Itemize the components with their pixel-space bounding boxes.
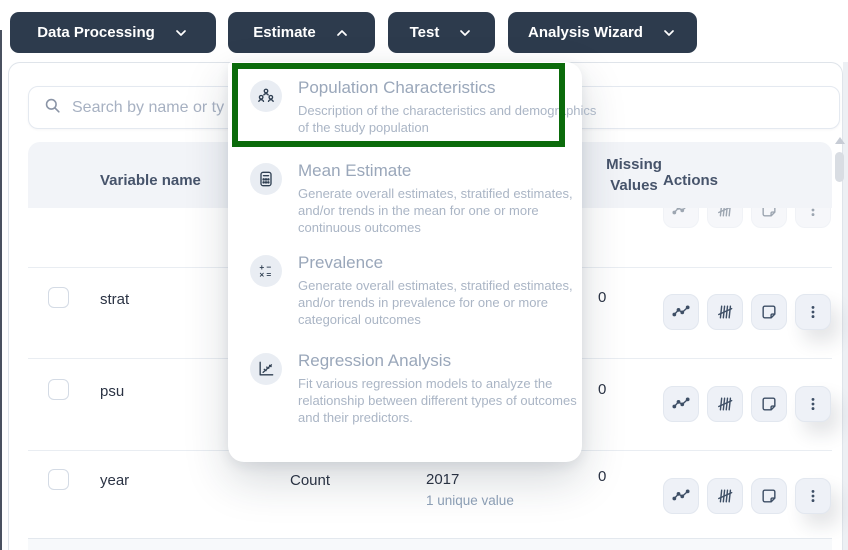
table-footer-strip xyxy=(28,538,832,550)
more-actions-button[interactable] xyxy=(795,478,831,514)
column-header-variable-name: Variable name xyxy=(100,172,201,189)
nav-label: Data Processing xyxy=(37,24,155,41)
trend-chart-button[interactable] xyxy=(663,478,699,514)
menu-item-description: Description of the characteristics and d… xyxy=(298,103,597,135)
window-edge xyxy=(0,30,2,550)
math-operators-icon: + − × = xyxy=(250,255,282,287)
nav-analysis-wizard-button[interactable]: Analysis Wizard xyxy=(508,12,697,53)
menu-item-title: Mean Estimate xyxy=(298,161,412,180)
search-icon xyxy=(43,96,62,120)
menu-item-description: Generate overall estimates, stratified e… xyxy=(298,278,573,327)
trend-chart-button[interactable] xyxy=(663,386,699,422)
variable-value-cell: 2017 xyxy=(426,471,460,488)
scroll-up-arrow[interactable] xyxy=(835,137,845,144)
menu-item-regression-analysis[interactable]: Regression Analysis Fit various regressi… xyxy=(228,351,582,426)
menu-item-title: Population Characteristics xyxy=(298,78,496,97)
menu-item-title: Prevalence xyxy=(298,253,384,272)
menu-item-description: Generate overall estimates, stratified e… xyxy=(298,186,573,235)
row-checkbox[interactable] xyxy=(48,379,69,400)
chevron-up-icon xyxy=(334,25,350,41)
nav-data-processing-button[interactable]: Data Processing xyxy=(10,12,216,53)
chevron-down-icon xyxy=(661,25,677,41)
nav-estimate-button[interactable]: Estimate xyxy=(228,12,375,53)
nav-test-button[interactable]: Test xyxy=(388,12,495,53)
menu-item-title: Regression Analysis xyxy=(298,351,452,370)
people-group-icon xyxy=(250,80,282,112)
column-header-actions: Actions xyxy=(663,172,719,189)
calculator-icon xyxy=(250,163,282,195)
scrollbar-thumb[interactable] xyxy=(835,152,844,182)
note-button[interactable] xyxy=(751,478,787,514)
chevron-down-icon xyxy=(457,25,473,41)
note-button[interactable] xyxy=(751,294,787,330)
app-window: Data Processing Estimate Test Analysis W… xyxy=(0,0,848,550)
nav-label: Analysis Wizard xyxy=(528,24,643,41)
row-checkbox[interactable] xyxy=(48,469,69,490)
menu-item-mean-estimate[interactable]: Mean Estimate Generate overall estimates… xyxy=(228,161,582,236)
trend-chart-button[interactable] xyxy=(663,294,699,330)
regression-chart-icon xyxy=(250,353,282,385)
histogram-button[interactable] xyxy=(707,386,743,422)
svg-text:×: × xyxy=(259,270,264,280)
menu-item-prevalence[interactable]: + − × = Prevalence Generate overall estimat… xyxy=(228,253,582,328)
menu-item-population-characteristics[interactable]: Population Characteristics Description o… xyxy=(228,78,596,136)
nav-label: Test xyxy=(409,24,440,41)
table-row-year[interactable]: year Count 2017 1 unique value 0 xyxy=(28,450,832,538)
missing-values-cell: 0 xyxy=(598,468,607,485)
more-actions-button[interactable] xyxy=(795,294,831,330)
variable-name-cell: strat xyxy=(100,291,130,308)
variable-name-cell: psu xyxy=(100,383,125,400)
missing-values-cell: 0 xyxy=(598,289,607,306)
row-checkbox[interactable] xyxy=(48,287,69,308)
chevron-down-icon xyxy=(173,25,189,41)
histogram-button[interactable] xyxy=(707,478,743,514)
estimate-dropdown-menu: Population Characteristics Description o… xyxy=(228,62,596,462)
variable-type-cell: Count xyxy=(290,472,331,489)
svg-text:=: = xyxy=(266,270,271,280)
histogram-button[interactable] xyxy=(707,294,743,330)
more-actions-button[interactable] xyxy=(795,386,831,422)
note-button[interactable] xyxy=(751,386,787,422)
unique-values-note: 1 unique value xyxy=(426,493,514,508)
variable-name-cell: year xyxy=(100,472,130,489)
menu-item-description: Fit various regression models to analyze… xyxy=(298,376,577,425)
missing-values-cell: 0 xyxy=(598,381,607,398)
nav-label: Estimate xyxy=(253,24,316,41)
